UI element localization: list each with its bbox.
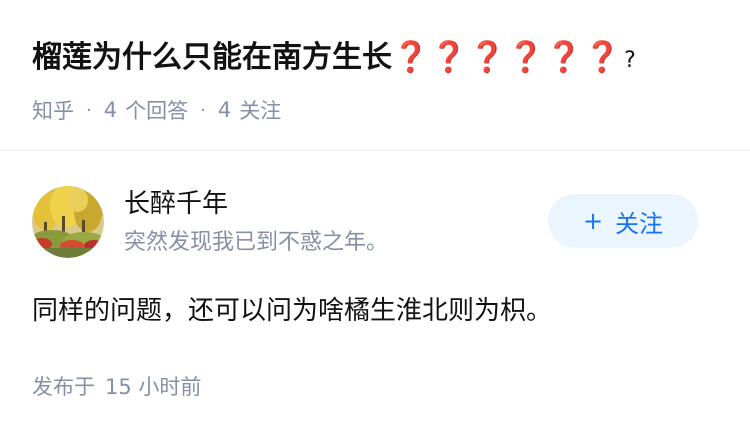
question-title-text: 榴莲为什么只能在南方生长 <box>32 40 392 75</box>
follower-count: 4 <box>217 98 232 122</box>
follow-button-label: 关注 <box>615 209 664 238</box>
author-avatar[interactable] <box>32 186 104 258</box>
red-question-marks: ❓❓❓❓❓❓ <box>392 40 623 75</box>
autumn-trees-avatar-icon <box>32 186 104 258</box>
question-title-tail: ? <box>624 48 636 73</box>
posted-time-value: 15 小时前 <box>105 375 202 399</box>
question-meta: 知乎 · 4 个回答 · 4 关注 <box>32 94 281 126</box>
follow-button[interactable]: + 关注 <box>548 194 698 248</box>
source-label[interactable]: 知乎 <box>32 95 74 125</box>
answer-content[interactable]: 同样的问题，还可以问为啥橘生淮北则为枳。 <box>32 290 722 332</box>
answer-count: 4 <box>103 98 118 122</box>
meta-separator: · <box>86 99 92 121</box>
section-divider <box>0 150 750 151</box>
meta-separator: · <box>200 99 206 121</box>
posted-time: 发布于 15 小时前 <box>32 370 201 404</box>
author-bio: 突然发现我已到不惑之年。 <box>124 230 389 255</box>
question-title[interactable]: 榴莲为什么只能在南方生长❓❓❓❓❓❓? <box>32 34 732 85</box>
posted-label: 发布于 <box>32 375 95 399</box>
answer-count-label: 个回答 <box>125 99 189 123</box>
author-name[interactable]: 长醉千年 <box>124 186 228 222</box>
follower-count-label: 关注 <box>239 99 282 123</box>
plus-icon: + <box>582 207 604 235</box>
